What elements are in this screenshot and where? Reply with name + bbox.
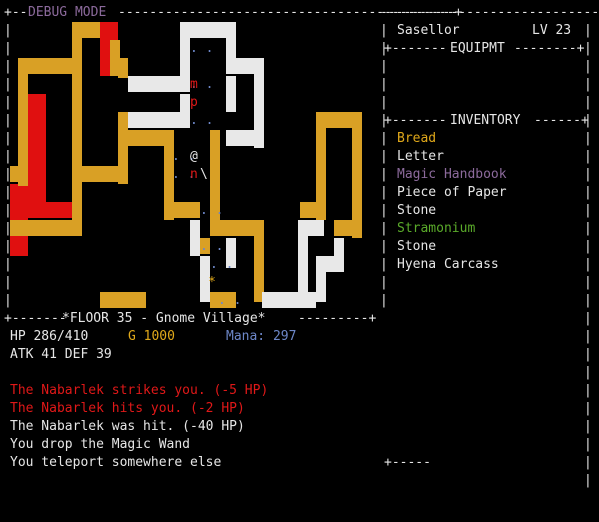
wall-grey xyxy=(180,94,190,114)
player-level: LV 23 xyxy=(532,23,572,38)
floor-dots: . . xyxy=(200,239,224,254)
inventory-item[interactable]: Hyena Carcass xyxy=(397,256,499,274)
monster-glyph: m xyxy=(190,77,198,92)
wall-grey xyxy=(226,76,236,112)
wall-yellow xyxy=(118,58,128,78)
wall-yellow xyxy=(10,166,28,182)
inventory-item[interactable]: Magic Handbook xyxy=(397,166,507,184)
floor-label: *FLOOR 35 - Gnome Village* xyxy=(62,311,266,326)
sidebar-frame-bottom: +----- xyxy=(384,455,431,470)
wall-yellow xyxy=(100,292,146,308)
wall-yellow xyxy=(164,202,200,218)
map-frame-bottom-right: ---------+ xyxy=(298,311,377,326)
monster-glyph: p xyxy=(190,95,198,110)
player-glyph: @ xyxy=(190,149,198,164)
inventory-item[interactable]: Stone xyxy=(397,238,436,256)
wall-grey xyxy=(180,22,190,78)
equipment-divider-right: --------+ xyxy=(514,41,585,56)
gold-stat: G 1000 xyxy=(128,329,175,344)
floor-dots: . . xyxy=(218,293,242,308)
log-message: You teleport somewhere else xyxy=(10,455,222,470)
lava-tile xyxy=(28,94,46,218)
item-glyph: \ xyxy=(200,167,208,182)
floor-dots: . . xyxy=(210,257,234,272)
dungeon-map[interactable]: . . . . . . . . . . . . . . . . . . @ m … xyxy=(0,0,390,312)
equipment-divider-left: +------- xyxy=(384,41,447,56)
wall-grey xyxy=(226,130,262,146)
wall-yellow xyxy=(72,184,82,236)
wall-grey xyxy=(334,238,344,272)
mana-stat: Mana: 297 xyxy=(226,329,297,344)
equipment-header: EQUIPMT xyxy=(450,41,505,56)
floor-dots: . . xyxy=(190,113,214,128)
sidebar-frame-right: | | | | | | | | | | | | | | | | | | | | … xyxy=(584,23,592,488)
monster-glyph: n xyxy=(190,167,198,182)
log-message: The Nabarlek was hit. (-40 HP) xyxy=(10,419,245,434)
inventory-item[interactable]: Stone xyxy=(397,202,436,220)
inventory-divider-right: ------+ xyxy=(534,113,589,128)
inventory-item[interactable]: Stramonium xyxy=(397,220,475,238)
map-frame-bottom-left: +------- xyxy=(4,311,67,326)
floor-dots: . . xyxy=(200,203,224,218)
sidebar-frame-top: -------------------------------+ xyxy=(380,5,599,20)
wall-yellow xyxy=(300,202,326,218)
inventory-item[interactable]: Letter xyxy=(397,148,444,166)
log-message: The Nabarlek strikes you. (-5 HP) xyxy=(10,383,269,398)
inventory-item[interactable]: Piece of Paper xyxy=(397,184,507,202)
wall-yellow xyxy=(334,220,362,236)
log-message: The Nabarlek hits you. (-2 HP) xyxy=(10,401,245,416)
game-screen: +-- DEBUG MODE -------------------------… xyxy=(0,0,599,522)
atk-def-stat: ATK 41 DEF 39 xyxy=(10,347,112,362)
floor-dots: . . xyxy=(190,41,214,56)
hp-stat: HP 286/410 xyxy=(10,329,89,344)
log-message: You drop the Magic Wand xyxy=(10,437,191,452)
inventory-divider-left: +------- xyxy=(384,113,447,128)
item-glyph: * xyxy=(208,275,216,290)
wall-grey xyxy=(190,220,200,256)
wall-grey xyxy=(298,220,324,236)
wall-yellow xyxy=(118,112,128,184)
lava-tile xyxy=(28,202,74,218)
inventory-header: INVENTORY xyxy=(450,113,521,128)
player-name: Sasellor xyxy=(397,23,460,38)
wall-grey xyxy=(128,76,190,92)
wall-grey xyxy=(128,112,190,128)
wall-yellow xyxy=(118,130,164,146)
wall-grey xyxy=(316,256,326,302)
inventory-item[interactable]: Bread xyxy=(397,130,436,148)
wall-grey xyxy=(226,22,236,62)
wall-yellow xyxy=(254,220,264,302)
